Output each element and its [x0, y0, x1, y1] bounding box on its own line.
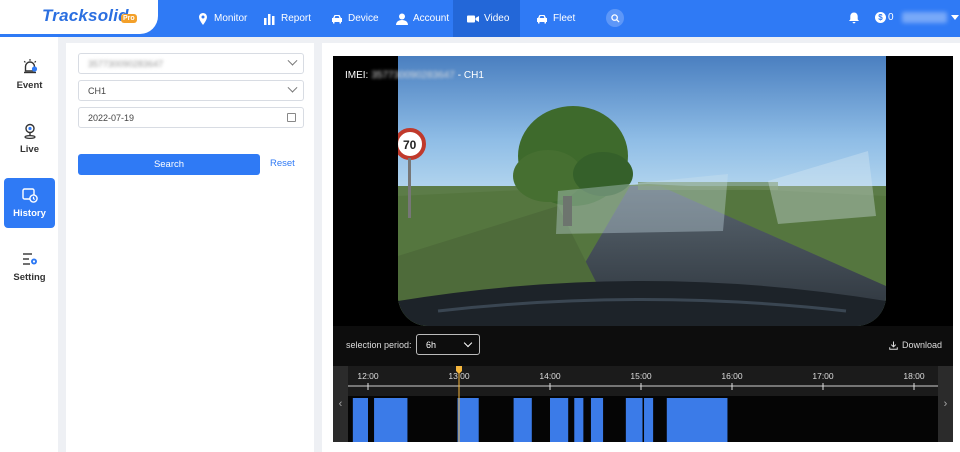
search-icon: [610, 13, 620, 23]
user-icon: [396, 13, 408, 25]
imei-value: 357730090283647: [371, 70, 455, 81]
device-select[interactable]: 357730090283647: [78, 53, 304, 74]
live-pin-icon: [23, 123, 36, 139]
timeline-video-segment: [374, 398, 408, 442]
download-button[interactable]: Download: [889, 340, 942, 350]
timeline-video-segment: [513, 398, 532, 442]
settings-sliders-icon: [22, 253, 37, 265]
selection-period-label: selection period:: [346, 340, 412, 350]
video-player[interactable]: IMEI: 357730090283647 - CH1 70: [333, 56, 953, 326]
chevron-down-icon: [287, 82, 298, 93]
chevron-down-icon: [287, 55, 298, 66]
nav-report-label: Report: [281, 13, 312, 24]
timeline-tick-label: 14:00: [539, 371, 561, 381]
nav-monitor[interactable]: Monitor: [197, 0, 247, 37]
rail-item-history-label: History: [13, 208, 46, 219]
date-picker[interactable]: 2022-07-19: [78, 107, 304, 128]
nav-report[interactable]: Report: [264, 0, 311, 37]
timeline[interactable]: ‹ 12:00 13:00 14:00 15:00 16:00 17:00 18:00 ›: [333, 366, 953, 442]
nav-search-button[interactable]: [606, 9, 624, 27]
logo[interactable]: Tracksolid Pro: [0, 0, 158, 34]
logo-text: Tracksolid: [42, 6, 129, 25]
timeline-tick-label: 17:00: [812, 371, 834, 381]
timeline-video-segment: [590, 398, 604, 442]
timeline-track[interactable]: 12:00 13:00 14:00 15:00 16:00 17:00 18:00: [348, 366, 938, 442]
selection-period-select[interactable]: 6h: [416, 334, 480, 355]
rail-item-history[interactable]: History: [4, 178, 55, 228]
chevron-down-icon[interactable]: [951, 15, 959, 20]
timeline-prev-button[interactable]: ‹: [333, 366, 348, 442]
chevron-left-icon: ‹: [338, 398, 343, 410]
imei-prefix: IMEI:: [345, 70, 369, 81]
video-frame: 70: [398, 56, 886, 326]
logo-badge: Pro: [121, 14, 137, 23]
top-navbar: Tracksolid Pro Monitor Report Device Acc…: [0, 0, 960, 37]
channel-select[interactable]: CH1: [78, 80, 304, 101]
timeline-video-segment: [644, 398, 654, 442]
rail-item-event[interactable]: Event: [4, 50, 55, 100]
nav-account-label: Account: [413, 13, 450, 24]
nav-device-label: Device: [348, 13, 379, 24]
nav-video-label: Video: [484, 13, 510, 24]
filter-panel: 357730090283647 CH1 2022-07-19 Search Re…: [66, 43, 314, 452]
reset-link[interactable]: Reset: [270, 158, 295, 169]
nav-fleet[interactable]: Fleet: [536, 0, 575, 37]
event-alarm-icon: [23, 59, 37, 74]
car-icon: [332, 14, 342, 23]
player-controls: selection period: 6h Download: [333, 326, 953, 366]
nav-monitor-label: Monitor: [214, 13, 248, 24]
timeline-video-segment: [352, 398, 368, 442]
channel-select-value: CH1: [88, 85, 107, 96]
nav-device[interactable]: Device: [331, 0, 379, 37]
video-overlay-imei: IMEI: 357730090283647 - CH1: [345, 70, 484, 81]
coin-icon: $: [875, 12, 886, 23]
chevron-down-icon: [463, 338, 473, 348]
timeline-tick-label: 16:00: [721, 371, 743, 381]
selection-period-value: 6h: [426, 339, 437, 350]
timeline-next-button[interactable]: ›: [938, 366, 953, 442]
chevron-right-icon: ›: [943, 398, 948, 410]
download-icon: [889, 340, 898, 350]
imei-channel: - CH1: [457, 70, 484, 81]
download-label: Download: [901, 340, 942, 350]
bell-icon[interactable]: [848, 12, 860, 24]
user-name[interactable]: [902, 12, 947, 23]
timeline-video-segment: [550, 398, 569, 442]
rail-item-live[interactable]: Live: [4, 114, 55, 164]
timeline-tick-label: 18:00: [903, 371, 925, 381]
search-button[interactable]: Search: [78, 154, 260, 175]
history-clock-icon: [21, 188, 38, 203]
coin-count: 0: [888, 12, 894, 23]
timeline-tick-label: 15:00: [630, 371, 652, 381]
video-panel: IMEI: 357730090283647 - CH1 70 selection…: [322, 43, 960, 452]
nav-video[interactable]: Video: [453, 0, 520, 37]
video-camera-icon: [467, 15, 479, 22]
rail-item-event-label: Event: [16, 80, 43, 91]
timeline-track-bg: [348, 396, 938, 442]
side-rail: Event Live History Setting: [0, 37, 58, 452]
timeline-video-segment: [625, 398, 643, 442]
dashcam-frame-image: 70: [398, 56, 886, 326]
fleet-car-icon: [537, 14, 547, 23]
device-select-value: 357730090283647: [88, 58, 164, 69]
rail-item-setting-label: Setting: [13, 272, 46, 283]
timeline-tick-label: 12:00: [357, 371, 379, 381]
svg-text:70: 70: [403, 138, 417, 152]
date-picker-value: 2022-07-19: [88, 112, 135, 123]
calendar-icon: [287, 113, 296, 122]
rail-item-setting[interactable]: Setting: [4, 242, 55, 292]
nav-fleet-label: Fleet: [553, 13, 576, 24]
location-pin-icon: [199, 12, 207, 25]
rail-item-live-label: Live: [19, 144, 39, 155]
bar-chart-icon: [264, 13, 275, 25]
timeline-video-segment: [574, 398, 584, 442]
timeline-video-segment: [457, 398, 479, 442]
nav-account[interactable]: Account: [396, 0, 449, 37]
timeline-video-segment: [666, 398, 728, 442]
